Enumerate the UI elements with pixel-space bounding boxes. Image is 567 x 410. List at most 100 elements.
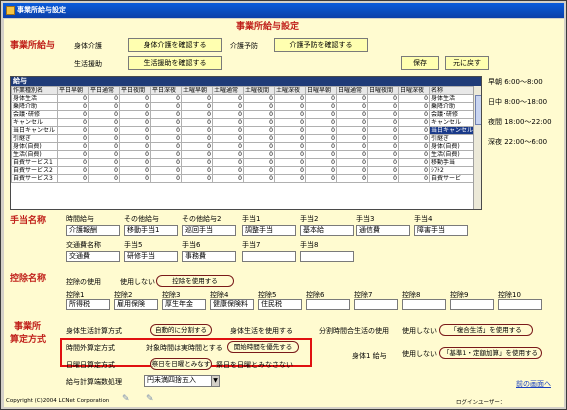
grid-cell[interactable]: 0 — [119, 94, 151, 103]
bunkatsu-use-button[interactable]: 「複合生活」を使用する — [439, 324, 533, 336]
nichiyo-treat-as-sunday-button[interactable]: 祭日を日曜とみなす — [150, 358, 212, 370]
grid-cell[interactable]: 0 — [274, 126, 306, 135]
row-type-cell[interactable]: 自費サービス3 — [11, 174, 58, 183]
grid-cell[interactable]: 0 — [367, 134, 399, 143]
table-row[interactable]: 自費サービス2 0 0 0 0 0 0 0 0 0 0 0 0 ｼﾌﾄ2 — [11, 166, 476, 175]
grid-cell[interactable]: 0 — [150, 94, 182, 103]
grid-cell[interactable]: 0 — [274, 158, 306, 167]
grid-col-header[interactable]: 平日深夜 — [150, 86, 182, 95]
teate-6-field[interactable]: 障害手当 — [414, 225, 468, 236]
grid-cell[interactable]: 0 — [150, 110, 182, 119]
grid-col-header[interactable]: 日曜深夜 — [398, 86, 430, 95]
teate2-1-field[interactable]: 研修手当 — [124, 251, 178, 262]
chevron-down-icon[interactable]: ▼ — [211, 376, 219, 386]
grid-cell[interactable]: 0 — [57, 150, 89, 159]
grid-col-header[interactable]: 作業種別名 — [11, 86, 58, 95]
grid-cell[interactable]: 0 — [212, 102, 244, 111]
row-name-cell[interactable]: 自費サービ — [428, 174, 476, 183]
grid-cell[interactable]: 0 — [336, 174, 368, 183]
row-name-cell[interactable]: 当日キャンセル — [428, 126, 476, 135]
grid-cell[interactable]: 0 — [336, 110, 368, 119]
grid-cell[interactable]: 0 — [243, 118, 275, 127]
row-type-cell[interactable]: 生活(自費) — [11, 150, 58, 159]
grid-cell[interactable]: 0 — [243, 166, 275, 175]
grid-cell[interactable]: 0 — [243, 174, 275, 183]
grid-cell[interactable]: 0 — [212, 134, 244, 143]
grid-cell[interactable]: 0 — [150, 174, 182, 183]
teate2-2-field[interactable]: 事務費 — [182, 251, 236, 262]
table-row[interactable]: 自費サービス1 0 0 0 0 0 0 0 0 0 0 0 0 移動手当 — [11, 158, 476, 167]
grid-cell[interactable]: 0 — [336, 142, 368, 151]
grid-cell[interactable]: 0 — [212, 94, 244, 103]
row-name-cell[interactable]: ｼﾌﾄ2 — [428, 166, 476, 175]
shintai1-not-use-option[interactable]: 使用しない — [402, 349, 437, 359]
grid-cell[interactable]: 0 — [119, 134, 151, 143]
grid-cell[interactable]: 0 — [336, 134, 368, 143]
grid-cell[interactable]: 0 — [181, 150, 213, 159]
grid-cell[interactable]: 0 — [336, 94, 368, 103]
grid-cell[interactable]: 0 — [367, 94, 399, 103]
row-name-cell[interactable]: 移動手当 — [428, 158, 476, 167]
grid-col-header[interactable]: 日曜夜間 — [367, 86, 399, 95]
grid-cell[interactable]: 0 — [367, 158, 399, 167]
kojo-not-use-option[interactable]: 使用しない — [120, 277, 155, 287]
kojo-5-field[interactable] — [306, 299, 350, 310]
grid-cell[interactable]: 0 — [367, 102, 399, 111]
grid-cell[interactable]: 0 — [150, 134, 182, 143]
grid-cell[interactable]: 0 — [398, 166, 430, 175]
grid-col-header[interactable]: 土曜早朝 — [181, 86, 213, 95]
grid-cell[interactable]: 0 — [181, 118, 213, 127]
kojo-7-field[interactable] — [402, 299, 446, 310]
row-type-cell[interactable]: 身体生活 — [11, 94, 58, 103]
grid-cell[interactable]: 0 — [336, 126, 368, 135]
kojo-use-button[interactable]: 控除を使用する — [156, 275, 234, 287]
grid-cell[interactable]: 0 — [336, 158, 368, 167]
grid-col-header[interactable]: 日曜早朝 — [305, 86, 337, 95]
grid-cell[interactable]: 0 — [181, 126, 213, 135]
grid-cell[interactable]: 0 — [305, 110, 337, 119]
bunkatsu-not-use-option[interactable]: 使用しない — [402, 326, 437, 336]
grid-cell[interactable]: 0 — [398, 134, 430, 143]
grid-cell[interactable]: 0 — [150, 102, 182, 111]
grid-cell[interactable]: 0 — [88, 94, 120, 103]
grid-cell[interactable]: 0 — [398, 126, 430, 135]
grid-cell[interactable]: 0 — [274, 166, 306, 175]
grid-cell[interactable]: 0 — [367, 142, 399, 151]
grid-cell[interactable]: 0 — [305, 142, 337, 151]
teate-3-field[interactable]: 調整手当 — [242, 225, 296, 236]
jikangai-real-time-option[interactable]: 対象時間は実時間とする — [146, 343, 223, 353]
grid-cell[interactable]: 0 — [181, 158, 213, 167]
grid-cell[interactable]: 0 — [398, 94, 430, 103]
grid-cell[interactable]: 0 — [367, 110, 399, 119]
grid-cell[interactable]: 0 — [336, 166, 368, 175]
grid-cell[interactable]: 0 — [57, 102, 89, 111]
teate-4-field[interactable]: 基本給 — [300, 225, 354, 236]
grid-cell[interactable]: 0 — [398, 110, 430, 119]
grid-cell[interactable]: 0 — [305, 134, 337, 143]
grid-col-header[interactable]: 土曜夜間 — [243, 86, 275, 95]
grid-cell[interactable]: 0 — [212, 118, 244, 127]
grid-cell[interactable]: 0 — [150, 126, 182, 135]
grid-cell[interactable]: 0 — [88, 126, 120, 135]
grid-cell[interactable]: 0 — [57, 110, 89, 119]
grid-col-header[interactable]: 平日早朝 — [57, 86, 89, 95]
grid-cell[interactable]: 0 — [57, 142, 89, 151]
grid-cell[interactable]: 0 — [243, 150, 275, 159]
grid-cell[interactable]: 0 — [150, 142, 182, 151]
grid-cell[interactable]: 0 — [274, 150, 306, 159]
grid-cell[interactable]: 0 — [88, 134, 120, 143]
grid-cell[interactable]: 0 — [88, 142, 120, 151]
kojo-3-field[interactable]: 健康保険料 — [210, 299, 254, 310]
grid-cell[interactable]: 0 — [243, 102, 275, 111]
calc-auto-split-button[interactable]: 自動的に分割する — [150, 324, 212, 336]
yobou-confirm-button[interactable]: 介護予防を確認する — [274, 38, 368, 52]
grid-cell[interactable]: 0 — [305, 102, 337, 111]
grid-cell[interactable]: 0 — [212, 126, 244, 135]
grid-cell[interactable]: 0 — [212, 158, 244, 167]
kojo-8-field[interactable] — [450, 299, 494, 310]
row-name-cell[interactable]: キャンセル — [428, 118, 476, 127]
grid-cell[interactable]: 0 — [181, 166, 213, 175]
grid-cell[interactable]: 0 — [150, 118, 182, 127]
grid-cell[interactable]: 0 — [336, 102, 368, 111]
grid-cell[interactable]: 0 — [119, 102, 151, 111]
